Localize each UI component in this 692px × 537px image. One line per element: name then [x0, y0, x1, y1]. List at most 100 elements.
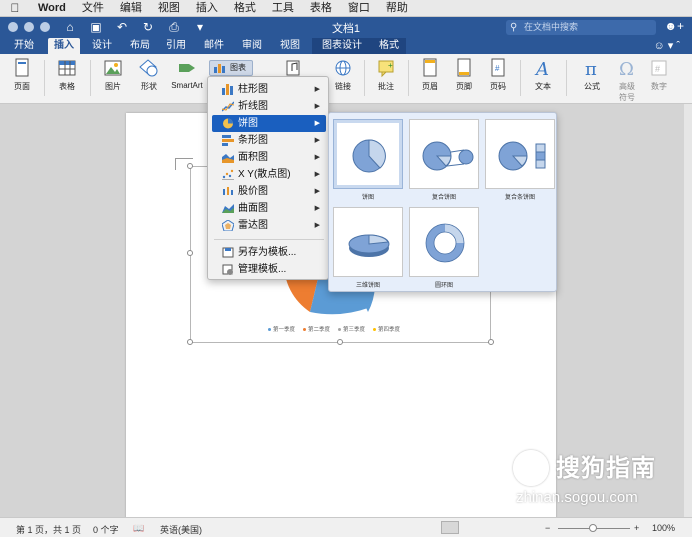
save-template-icon — [222, 247, 234, 258]
tab-insert[interactable]: 插入 — [48, 38, 80, 54]
tab-design[interactable]: 设计 — [86, 38, 118, 54]
pi-icon: π — [585, 59, 597, 78]
thumb-pie[interactable] — [333, 119, 403, 189]
menu-item-radar-chart[interactable]: 雷达图 ▶ — [212, 217, 326, 234]
pie-chart-gallery: 饼图 复合饼图 复合条饼图 三维饼图 圆环图 — [328, 112, 557, 292]
page-button[interactable]: 页面 — [8, 58, 36, 92]
footer-icon — [457, 58, 471, 77]
thumb-3d-pie[interactable] — [333, 207, 403, 277]
menu-item-column-chart[interactable]: 柱形图 ▶ — [212, 81, 326, 98]
tab-view[interactable]: 视图 — [274, 38, 306, 54]
pie-thumb-icon — [352, 139, 386, 173]
zoom-level[interactable]: 100% — [652, 523, 675, 533]
stock-chart-icon — [223, 187, 233, 195]
menu-window[interactable]: 窗口 — [340, 0, 378, 17]
resize-handle[interactable] — [488, 339, 494, 345]
mac-menubar:  Word 文件 编辑 视图 插入 格式 工具 表格 窗口 帮助 — [0, 0, 692, 17]
menu-edit[interactable]: 编辑 — [112, 0, 150, 17]
submenu-arrow-icon: ▶ — [314, 188, 320, 195]
pie-3d-thumb-icon — [348, 234, 390, 257]
resize-handle[interactable] — [187, 339, 193, 345]
menu-view[interactable]: 视图 — [150, 0, 188, 17]
pie-of-pie-thumb-icon — [422, 141, 474, 171]
legend-item: 第一季度 — [268, 325, 295, 333]
text-a-icon: A — [534, 59, 549, 78]
equation-label: 公式 — [584, 82, 600, 91]
apple-icon[interactable]:  — [0, 1, 30, 15]
shapes-button[interactable]: 形状 — [134, 58, 164, 92]
feedback-smiley-icon[interactable]: ☺ ▾ ˆ — [653, 39, 680, 52]
number-button[interactable]: # 数字 — [646, 58, 672, 92]
submenu-arrow-icon: ▶ — [314, 171, 320, 178]
print-layout-view-button[interactable] — [441, 521, 459, 534]
tab-layout[interactable]: 布局 — [124, 38, 156, 54]
header-label: 页眉 — [422, 82, 438, 91]
tab-review[interactable]: 审阅 — [236, 38, 268, 54]
symbol-button[interactable]: Ω 高级 符号 — [612, 58, 642, 103]
tab-home[interactable]: 开始 — [8, 38, 40, 54]
language[interactable]: 英语(美国) — [160, 523, 202, 536]
thumb-doughnut[interactable] — [409, 207, 479, 277]
menu-item-area-chart[interactable]: 面积图 ▶ — [212, 149, 326, 166]
picture-button[interactable]: 图片 — [98, 58, 128, 92]
table-button[interactable]: 表格 — [52, 58, 82, 92]
vertical-scrollbar[interactable] — [684, 104, 692, 517]
menu-item-bar-chart[interactable]: 条形图 ▶ — [212, 132, 326, 149]
chart-button[interactable]: 图表 ▾ — [209, 60, 253, 86]
equation-button[interactable]: π 公式 — [576, 58, 608, 92]
menu-item-line-chart[interactable]: 折线图 ▶ — [212, 98, 326, 115]
outline-view-button[interactable] — [491, 521, 509, 534]
tab-references[interactable]: 引用 — [160, 38, 192, 54]
legend-label: 第三季度 — [343, 327, 366, 333]
tab-mailings[interactable]: 邮件 — [198, 38, 230, 54]
search-input[interactable]: ⚲ 在文档中搜索 — [506, 20, 656, 35]
resize-handle[interactable] — [337, 339, 343, 345]
svg-text:#: # — [655, 64, 660, 74]
zoom-out-icon[interactable]: − — [545, 523, 550, 533]
menu-table[interactable]: 表格 — [302, 0, 340, 17]
symbol-label-line1: 高级 — [619, 82, 635, 91]
tab-chart-design[interactable]: 图表设计 — [312, 38, 372, 54]
zoom-in-icon[interactable]: + — [634, 523, 639, 533]
menu-insert[interactable]: 插入 — [188, 0, 226, 17]
resize-handle[interactable] — [187, 163, 193, 169]
chart-icon — [214, 64, 225, 73]
menu-file[interactable]: 文件 — [74, 0, 112, 17]
menu-item-stock-chart[interactable]: 股价图 ▶ — [212, 183, 326, 200]
smartart-button[interactable]: SmartArt — [168, 58, 206, 90]
menu-format[interactable]: 格式 — [226, 0, 264, 17]
menu-item-save-template[interactable]: 另存为模板... — [212, 244, 326, 261]
thumb-pie-of-pie[interactable] — [409, 119, 479, 189]
menu-item-manage-templates[interactable]: 管理模板... — [212, 261, 326, 278]
area-chart-icon — [222, 154, 234, 163]
menu-item-surface-chart[interactable]: 曲面图 ▶ — [212, 200, 326, 217]
resize-handle[interactable] — [187, 250, 193, 256]
page-number-button[interactable]: # 页码 — [484, 58, 512, 92]
menu-item-scatter-chart[interactable]: X Y(散点图) ▶ — [212, 166, 326, 183]
comment-button[interactable]: + 批注 — [372, 58, 400, 92]
menu-tools[interactable]: 工具 — [264, 0, 302, 17]
search-placeholder: 在文档中搜索 — [524, 22, 579, 32]
menu-app-word[interactable]: Word — [30, 0, 74, 17]
share-user-icon[interactable]: ☻+ — [664, 19, 684, 33]
menu-item-label: 管理模板... — [238, 264, 287, 275]
proofing-icon[interactable]: 📖 — [133, 523, 144, 534]
submenu-arrow-icon: ▶ — [314, 103, 320, 110]
footer-button[interactable]: 页脚 — [450, 58, 478, 92]
draft-view-button[interactable] — [516, 521, 534, 534]
legend-item: 第二季度 — [303, 325, 330, 333]
legend-swatch — [373, 327, 377, 331]
link-button[interactable]: 链接 — [328, 58, 358, 92]
menu-item-pie-chart[interactable]: 饼图 ▶ — [212, 115, 326, 132]
menu-item-label: 条形图 — [238, 135, 268, 146]
zoom-slider-knob[interactable] — [589, 524, 597, 532]
sogou-logo-icon: S — [513, 450, 549, 486]
word-count[interactable]: 0 个字 — [93, 523, 119, 536]
menu-help[interactable]: 帮助 — [378, 0, 416, 17]
thumb-bar-of-pie[interactable] — [485, 119, 555, 189]
tab-format[interactable]: 格式 — [372, 38, 406, 54]
header-button[interactable]: 页眉 — [416, 58, 444, 92]
web-layout-view-button[interactable] — [466, 521, 484, 534]
textbox-button[interactable]: A 文本 — [528, 58, 558, 92]
page-count[interactable]: 第 1 页，共 1 页 — [16, 523, 81, 536]
